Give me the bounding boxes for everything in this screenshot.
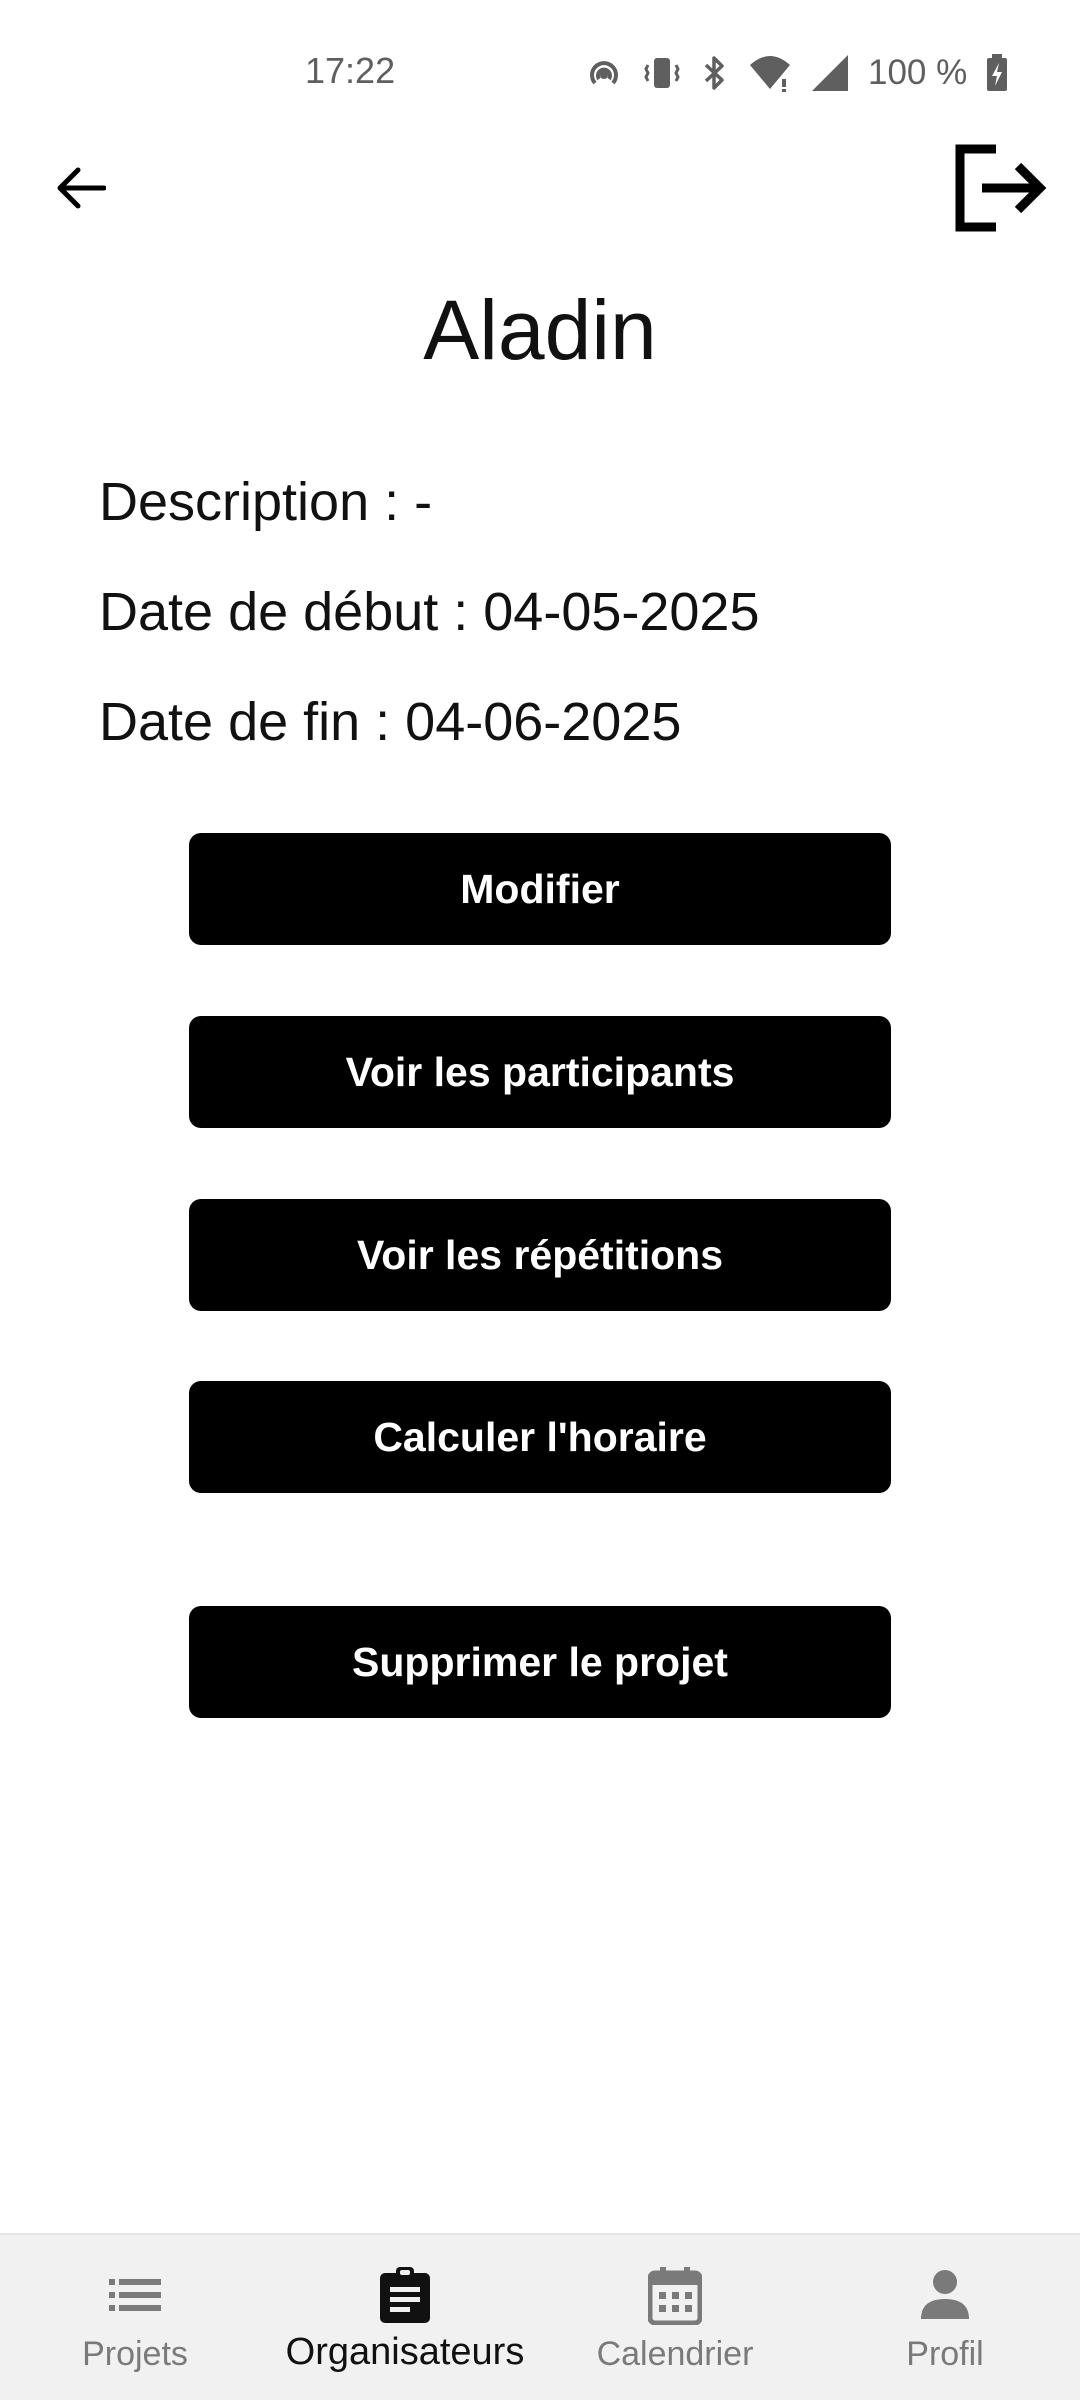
project-end-date: Date de fin : 04-06-2025 — [99, 692, 682, 752]
project-title: Aladin — [423, 283, 657, 377]
view-participants-button[interactable]: Voir les participants — [189, 1016, 891, 1128]
nav-label-profil: Profil — [906, 2335, 984, 2373]
battery-charging-icon — [985, 53, 1009, 93]
status-icons: 100 % — [584, 50, 1009, 96]
status-time: 17:22 — [305, 50, 396, 91]
hotspot-icon — [584, 53, 624, 93]
nav-item-projets[interactable]: Projets — [0, 2235, 270, 2400]
modify-button[interactable]: Modifier — [189, 833, 891, 945]
person-icon — [810, 2263, 1080, 2327]
project-description: Description : - — [99, 472, 433, 532]
wifi-icon — [748, 53, 792, 93]
status-bar: 17:22 100 % — [0, 0, 1080, 140]
battery-percentage: 100 % — [868, 53, 968, 92]
back-button[interactable] — [40, 150, 120, 230]
clipboard-icon — [270, 2263, 540, 2327]
bottom-navigation: Projets Organisateurs Calendrier Profil — [0, 2233, 1080, 2400]
bluetooth-icon — [700, 53, 730, 93]
view-repetitions-button[interactable]: Voir les répétitions — [189, 1199, 891, 1311]
nav-item-profil[interactable]: Profil — [810, 2235, 1080, 2400]
arrow-left-icon — [54, 164, 107, 217]
project-start-date: Date de début : 04-05-2025 — [99, 582, 760, 642]
logout-button[interactable] — [940, 140, 1060, 240]
calculate-schedule-button[interactable]: Calculer l'horaire — [189, 1381, 891, 1493]
vibrate-icon — [642, 53, 682, 93]
calendar-icon — [540, 2263, 810, 2327]
nav-label-calendrier: Calendrier — [596, 2335, 754, 2373]
list-icon — [0, 2263, 270, 2327]
nav-label-projets: Projets — [82, 2335, 188, 2373]
nav-item-calendrier[interactable]: Calendrier — [540, 2235, 810, 2400]
logout-icon — [952, 143, 1048, 238]
cellular-signal-icon — [810, 53, 850, 93]
nav-item-organisateurs[interactable]: Organisateurs — [270, 2235, 540, 2400]
delete-project-button[interactable]: Supprimer le projet — [189, 1606, 891, 1718]
nav-label-organisateurs: Organisateurs — [285, 2331, 525, 2373]
app-screen: 17:22 100 % Aladin Description: - Date … — [0, 0, 1080, 2400]
